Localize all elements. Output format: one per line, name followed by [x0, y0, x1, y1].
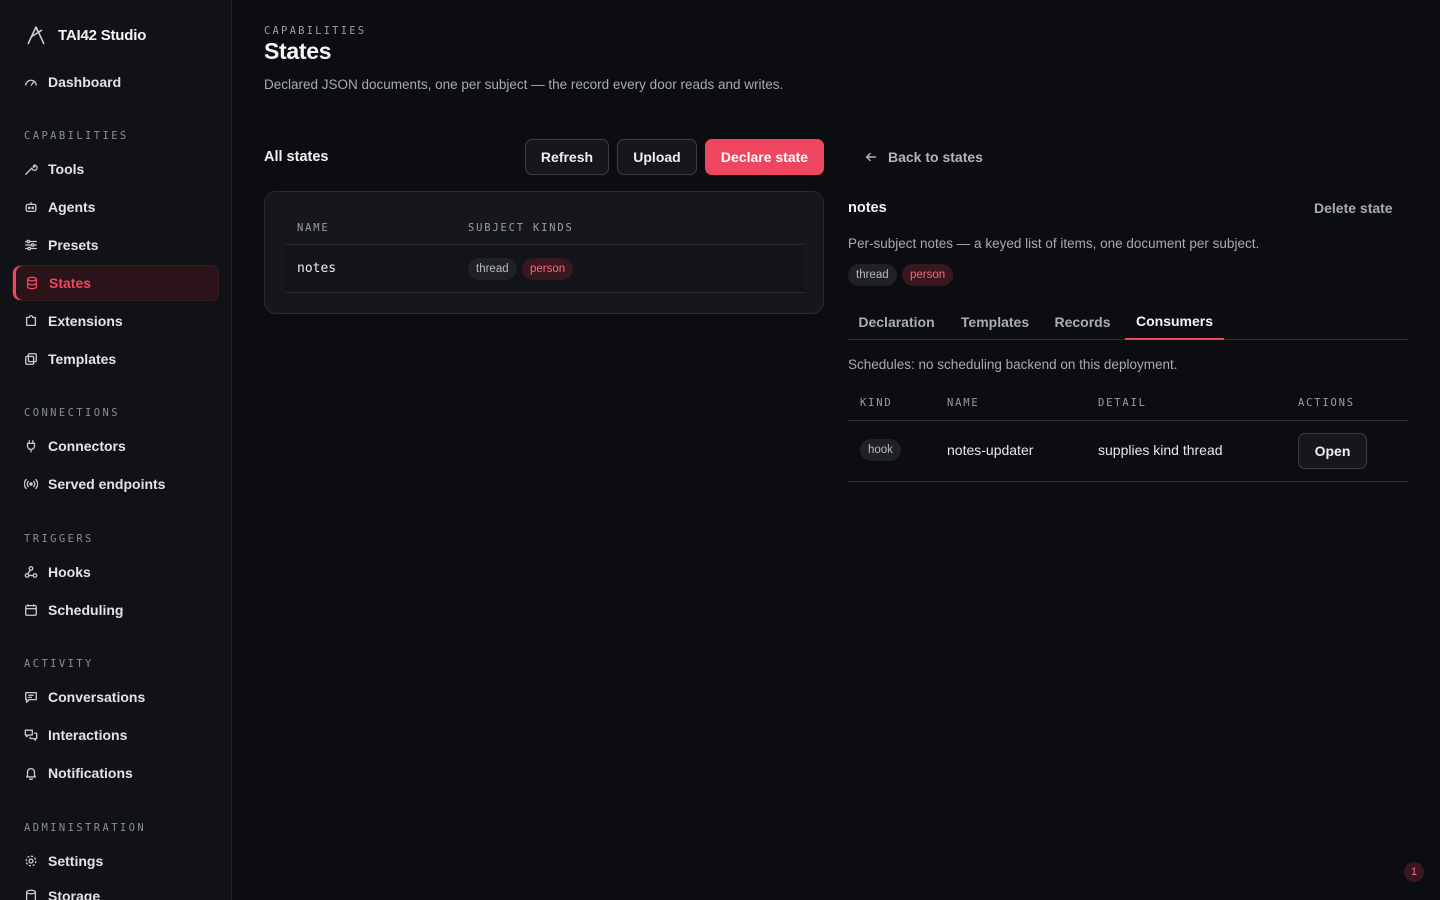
kind-tag: thread	[468, 258, 517, 280]
sidebar-item-label: Presets	[48, 237, 99, 253]
arrow-left-icon	[864, 150, 878, 164]
kind-tag: thread	[848, 264, 897, 286]
divider	[848, 420, 1408, 421]
sidebar-item-label: Dashboard	[48, 74, 122, 90]
sidebar-item-notifications[interactable]: Notifications	[12, 756, 219, 790]
sidebar-item-agents[interactable]: Agents	[12, 190, 219, 224]
sidebar-item-label: Notifications	[48, 765, 133, 781]
sidebar-item-presets[interactable]: Presets	[12, 228, 219, 262]
kind-tag: hook	[860, 439, 901, 461]
sidebar-item-label: Conversations	[48, 689, 146, 705]
sidebar-item-label: Tools	[48, 161, 85, 177]
kind-tag: person	[522, 258, 574, 280]
sidebar-item-extensions[interactable]: Extensions	[12, 304, 219, 338]
refresh-button[interactable]: Refresh	[525, 139, 609, 175]
consumer-detail: supplies kind thread	[1098, 442, 1223, 458]
sidebar-item-templates[interactable]: Templates	[12, 342, 219, 376]
tab-declaration[interactable]: Declaration	[848, 303, 945, 340]
bell-icon	[24, 766, 38, 780]
sidebar-item-storage[interactable]: Storage	[12, 879, 219, 900]
sidebar-item-label: Hooks	[48, 564, 91, 580]
sidebar-item-interactions[interactable]: Interactions	[12, 718, 219, 752]
sidebar-item-scheduling[interactable]: Scheduling	[12, 593, 219, 627]
column-header-kind: KIND	[860, 397, 893, 409]
gauge-icon	[24, 75, 38, 89]
back-to-states-link[interactable]: Back to states	[864, 147, 983, 167]
tab-templates[interactable]: Templates	[951, 303, 1039, 340]
sidebar-item-dashboard[interactable]: Dashboard	[12, 65, 219, 99]
sidebar-item-label: Templates	[48, 351, 117, 367]
section-label-activity: ACTIVITY	[24, 658, 94, 670]
upload-button[interactable]: Upload	[617, 139, 697, 175]
section-label-capabilities: CAPABILITIES	[24, 130, 129, 142]
tab-consumers[interactable]: Consumers	[1125, 303, 1224, 340]
sidebar-item-label: Scheduling	[48, 602, 124, 618]
back-label: Back to states	[888, 149, 983, 165]
sidebar-item-connectors[interactable]: Connectors	[12, 429, 219, 463]
copy-icon	[24, 352, 38, 366]
consumer-name: notes-updater	[947, 442, 1034, 458]
sidebar-item-label: Settings	[48, 853, 104, 869]
notification-count-badge[interactable]: 1	[1404, 862, 1424, 882]
sidebar-item-label: Served endpoints	[48, 476, 166, 492]
puzzle-icon	[24, 314, 38, 328]
divider	[848, 481, 1408, 482]
column-header-name: NAME	[947, 397, 980, 409]
sidebar-item-label: Interactions	[48, 727, 128, 743]
sidebar-item-conversations[interactable]: Conversations	[12, 680, 219, 714]
sidebar-item-settings[interactable]: Settings	[12, 844, 219, 878]
page-description: Declared JSON documents, one per subject…	[264, 77, 784, 92]
schedules-note: Schedules: no scheduling backend on this…	[848, 357, 1178, 372]
section-label-administration: ADMINISTRATION	[24, 822, 147, 834]
sidebar-item-served-endpoints[interactable]: Served endpoints	[12, 467, 219, 501]
sidebar-item-label: Connectors	[48, 438, 126, 454]
sidebar-item-label: Agents	[48, 199, 96, 215]
section-label-triggers: TRIGGERS	[24, 533, 94, 545]
page-eyebrow: CAPABILITIES	[264, 25, 367, 37]
state-name: notes	[297, 261, 337, 276]
open-button[interactable]: Open	[1298, 433, 1367, 469]
sidebar-item-label: Storage	[48, 888, 101, 900]
column-header-actions: ACTIONS	[1298, 397, 1355, 409]
page-title: States	[264, 38, 332, 64]
column-header-name: NAME	[297, 222, 330, 234]
bot-icon	[24, 200, 38, 214]
app-name: TAI42 Studio	[58, 26, 147, 44]
plug-icon	[24, 439, 38, 453]
wrench-icon	[24, 162, 38, 176]
gear-icon	[24, 854, 38, 868]
broadcast-icon	[24, 477, 38, 491]
database-icon	[24, 889, 38, 900]
declare-state-button[interactable]: Declare state	[705, 139, 824, 175]
detail-description: Per-subject notes — a keyed list of item…	[848, 236, 1260, 251]
table-row[interactable]: notes thread person	[285, 244, 804, 293]
sidebar-item-hooks[interactable]: Hooks	[12, 555, 219, 589]
column-header-subject-kinds: SUBJECT KINDS	[468, 222, 574, 234]
section-label-connections: CONNECTIONS	[24, 407, 120, 419]
column-header-detail: DETAIL	[1098, 397, 1147, 409]
sidebar-item-label: Extensions	[48, 313, 123, 329]
detail-tabs: Declaration Templates Records Consumers	[848, 303, 1408, 340]
sidebar-item-label: States	[49, 275, 92, 291]
message-square-icon	[24, 690, 38, 704]
delete-state-button[interactable]: Delete state	[1314, 200, 1393, 216]
sidebar: TAI42 Studio Dashboard CAPABILITIES Tool…	[0, 0, 232, 900]
database-icon	[25, 276, 39, 290]
sidebar-item-tools[interactable]: Tools	[12, 152, 219, 186]
messages-icon	[24, 728, 38, 742]
tab-records[interactable]: Records	[1045, 303, 1120, 340]
sliders-icon	[24, 238, 38, 252]
calendar-icon	[24, 603, 38, 617]
kind-tag: person	[902, 264, 954, 286]
list-title: All states	[264, 149, 329, 165]
webhook-icon	[24, 565, 38, 579]
detail-title: notes	[848, 200, 887, 216]
app-logo-icon	[24, 23, 48, 47]
sidebar-item-states[interactable]: States	[12, 265, 219, 301]
states-table: NAME SUBJECT KINDS notes thread person	[264, 191, 824, 314]
brand[interactable]: TAI42 Studio	[24, 22, 146, 48]
